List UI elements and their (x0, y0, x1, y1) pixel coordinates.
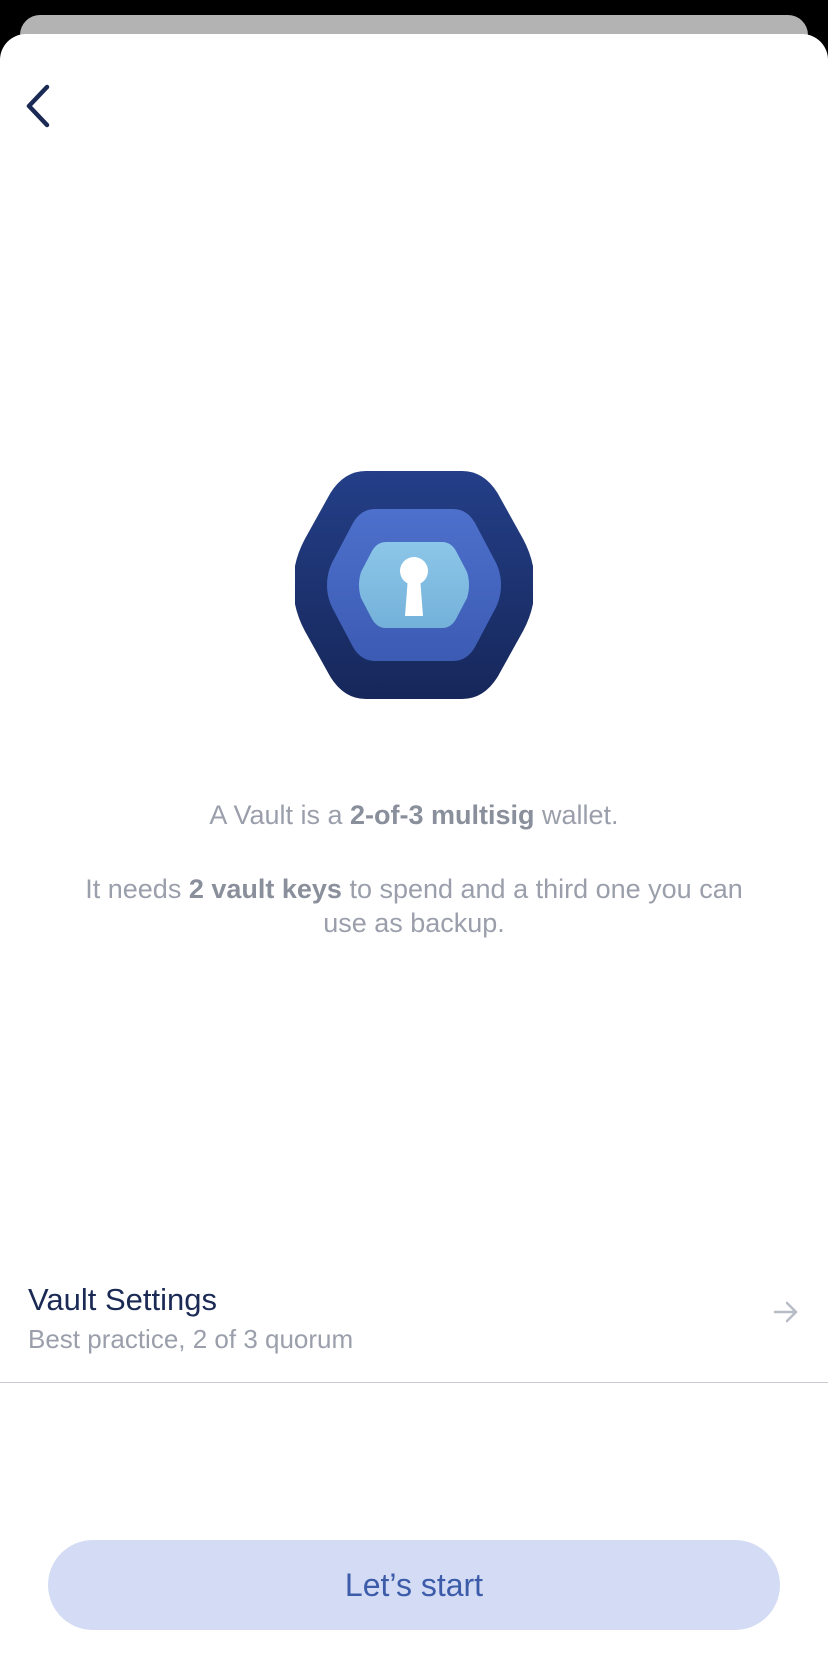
vault-keys-highlight: 2 vault keys (188, 874, 342, 904)
back-button[interactable] (8, 72, 68, 140)
modal-sheet: A Vault is a 2-of-3 multisig wallet. It … (0, 34, 828, 1668)
vault-settings-row[interactable]: Vault Settings Best practice, 2 of 3 quo… (0, 1254, 828, 1383)
vault-settings-subtitle: Best practice, 2 of 3 quorum (28, 1324, 354, 1354)
vault-settings-title: Vault Settings (28, 1282, 217, 1317)
arrow-right-icon (773, 1301, 798, 1323)
multisig-highlight: 2-of-3 multisig (350, 800, 535, 830)
vault-description-line2: It needs 2 vault keys to spend and a thi… (85, 874, 743, 938)
lets-start-button[interactable]: Let’s start (48, 1540, 780, 1630)
vault-description-line1: A Vault is a 2-of-3 multisig wallet. (209, 800, 619, 830)
vault-keyhole-icon (295, 471, 533, 699)
chevron-left-icon (26, 84, 50, 128)
